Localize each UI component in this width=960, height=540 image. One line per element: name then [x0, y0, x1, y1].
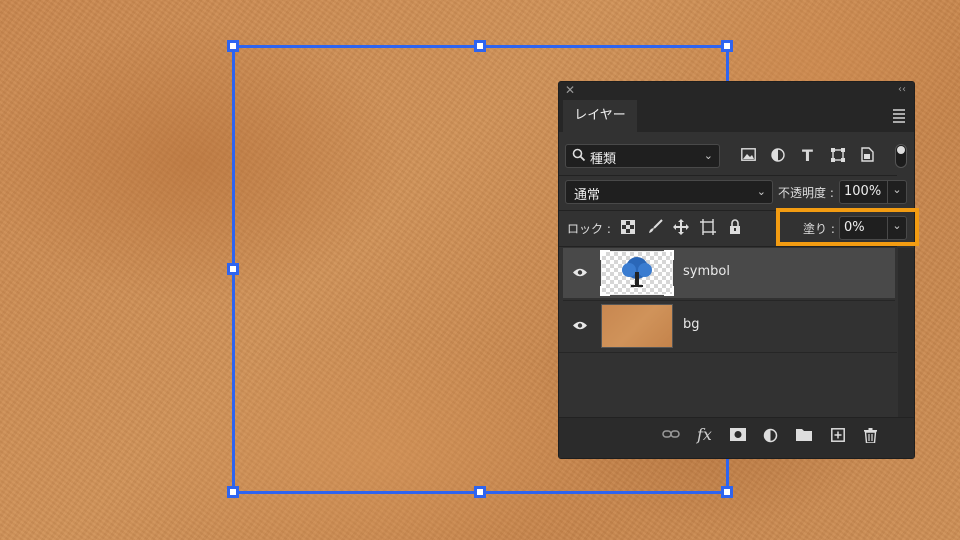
layer-filter-label: 種類	[590, 152, 617, 167]
filter-pixel-icon[interactable]	[741, 148, 756, 165]
lock-label: ロック :	[567, 222, 611, 236]
filter-shape-icon[interactable]	[831, 148, 845, 166]
transform-handle-bottom-center[interactable]	[474, 486, 486, 498]
mask-icon[interactable]	[730, 428, 746, 445]
blend-mode-select[interactable]: 通常 ⌄	[565, 180, 773, 204]
lock-all-icon[interactable]	[729, 219, 741, 238]
layer-name[interactable]: symbol	[683, 264, 730, 279]
layers-panel: ✕ ‹‹ レイヤー 種類 ⌄ T 通常 ⌄ 不透明度 : 100% ⌄ ロック …	[558, 81, 915, 459]
new-layer-icon[interactable]	[831, 428, 845, 446]
panel-titlebar[interactable]: ✕ ‹‹	[559, 82, 914, 98]
layer-name[interactable]: bg	[683, 317, 700, 332]
filter-toggle-icon[interactable]	[895, 144, 907, 168]
layer-filter-select[interactable]: 種類 ⌄	[565, 144, 720, 168]
filter-smart-object-icon[interactable]	[861, 147, 874, 166]
transform-handle-middle-left[interactable]	[227, 263, 239, 275]
fill-dropdown-button[interactable]: ⌄	[887, 217, 906, 239]
layer-thumbnail-bg[interactable]	[601, 304, 673, 348]
transform-handle-bottom-right[interactable]	[721, 486, 733, 498]
lock-position-icon[interactable]	[673, 219, 689, 239]
link-icon[interactable]	[662, 428, 680, 444]
trash-icon[interactable]	[864, 428, 877, 447]
collapse-icon[interactable]: ‹‹	[898, 82, 906, 98]
transform-handle-top-left[interactable]	[227, 40, 239, 52]
chevron-down-icon: ⌄	[703, 149, 713, 162]
panel-menu-icon[interactable]	[893, 109, 905, 125]
close-icon[interactable]: ✕	[565, 82, 575, 98]
tree-icon	[622, 257, 652, 287]
fill-input[interactable]: 0% ⌄	[839, 216, 907, 240]
fill-label: 塗り :	[803, 222, 835, 236]
layer-row-bg[interactable]: bg	[563, 300, 895, 351]
lock-artboard-icon[interactable]	[700, 219, 716, 239]
opacity-value: 100%	[844, 184, 882, 199]
filter-type-icon[interactable]: T	[802, 146, 813, 165]
search-icon	[572, 148, 586, 166]
panel-tab-row: レイヤー	[559, 98, 914, 132]
blend-mode-value: 通常	[574, 188, 601, 203]
visibility-eye-icon[interactable]	[573, 266, 587, 277]
chevron-down-icon: ⌄	[756, 185, 766, 198]
filter-adjustment-icon[interactable]	[771, 148, 785, 166]
adjustment-icon[interactable]	[763, 428, 778, 447]
visibility-eye-icon[interactable]	[573, 319, 587, 330]
panel-footer: fx	[559, 417, 914, 458]
fill-value: 0%	[844, 220, 865, 235]
transform-handle-top-right[interactable]	[721, 40, 733, 52]
folder-icon[interactable]	[796, 428, 812, 445]
opacity-dropdown-button[interactable]: ⌄	[887, 181, 906, 203]
opacity-label: 不透明度 :	[778, 186, 834, 200]
layer-row-symbol[interactable]: symbol	[563, 248, 895, 298]
lock-image-pixels-icon[interactable]	[648, 219, 663, 238]
transform-handle-top-center[interactable]	[474, 40, 486, 52]
fx-icon[interactable]: fx	[697, 425, 712, 444]
tab-layers[interactable]: レイヤー	[563, 100, 637, 132]
transform-handle-bottom-left[interactable]	[227, 486, 239, 498]
lock-transparent-pixels-icon[interactable]	[621, 220, 635, 238]
layer-thumbnail-symbol[interactable]	[600, 250, 674, 296]
opacity-input[interactable]: 100% ⌄	[839, 180, 907, 204]
layers-scrollbar[interactable]	[898, 248, 914, 418]
